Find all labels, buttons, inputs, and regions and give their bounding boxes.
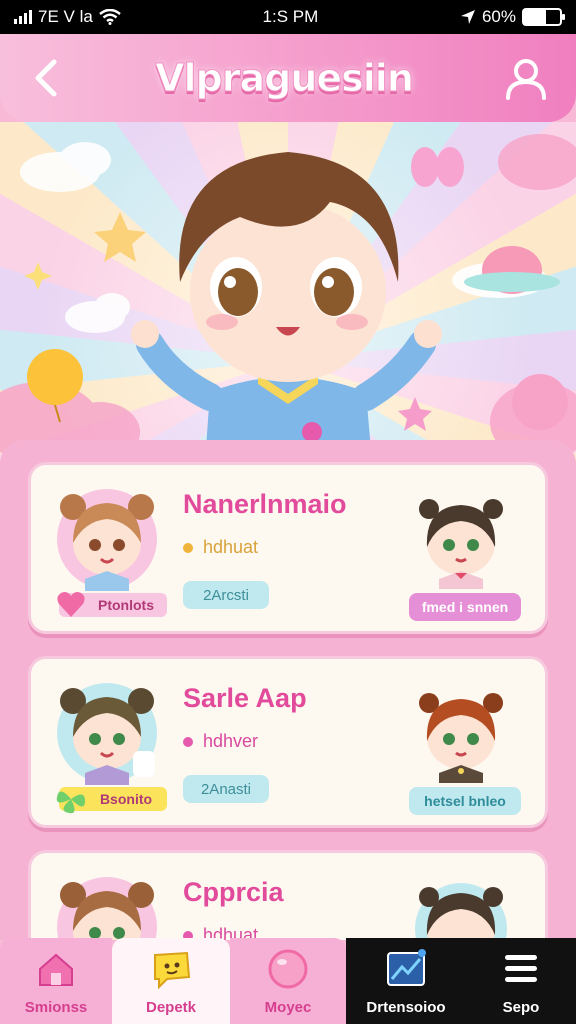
status-left: 7E V la	[14, 7, 121, 27]
status-bar: 7E V la 1:S PM 60%	[0, 0, 576, 34]
nav-tab-home[interactable]: Smionss	[0, 938, 112, 1024]
heart-icon	[57, 592, 85, 617]
nav-label: Smionss	[24, 998, 88, 1016]
location-arrow-icon	[460, 10, 475, 24]
card-title: Nanerlnmaio	[183, 489, 347, 519]
character-card-list[interactable]: Ptonlots Nanerlnmaio hdhuat 2Arcsti fmed…	[0, 440, 576, 940]
character-avatar	[419, 693, 503, 783]
status-label: hdhuat	[203, 537, 259, 557]
nav-tab-menu[interactable]: Sepo	[466, 938, 576, 1024]
category-badge: Bsonito	[56, 787, 167, 814]
status-dot	[183, 736, 193, 747]
status-right: 60%	[460, 7, 565, 27]
heart-icon	[268, 949, 308, 988]
bear-boy-avatar	[57, 683, 157, 785]
chat-icon	[154, 951, 191, 989]
battery-percent: 60%	[481, 7, 516, 26]
character-card[interactable]: Ptonlots Nanerlnmaio hdhuat 2Arcsti fmed…	[28, 462, 548, 634]
chart-icon	[387, 948, 426, 986]
status-label: hdhver	[203, 731, 259, 751]
count-pill: 2Anasti	[183, 775, 269, 803]
signal-icon	[14, 10, 32, 24]
bear-girl-avatar	[57, 489, 157, 591]
user-icon	[506, 59, 546, 100]
nav-tab-stats[interactable]: Drtensoioo	[346, 938, 466, 1024]
nav-label: Moyec	[264, 998, 312, 1016]
card-action-button[interactable]: fmed i snnen	[409, 593, 521, 621]
back-button[interactable]	[26, 58, 66, 98]
character-avatar	[415, 883, 507, 940]
status-dot	[183, 542, 193, 553]
card-title: Sarle Aap	[183, 683, 307, 713]
badge-label: Ptonlots	[98, 597, 154, 613]
nav-label: Sepo	[502, 998, 540, 1016]
clover-icon	[56, 791, 85, 814]
bear-girl-avatar	[57, 877, 157, 940]
card-status: hdhuat	[183, 537, 258, 558]
hero-banner	[0, 122, 576, 462]
count-pill: 2Arcsti	[183, 581, 269, 609]
app-header: Vlpraguesiin	[0, 34, 576, 122]
profile-button[interactable]	[502, 54, 550, 102]
badge-label: Bsonito	[99, 791, 153, 807]
app-title: Vlpraguesiin	[155, 56, 415, 101]
battery-fill	[524, 10, 546, 24]
character-avatar	[419, 499, 503, 589]
character-card[interactable]: Cpprcia hdhuat	[28, 850, 548, 940]
character-card[interactable]: Bsonito Sarle Aap hdhver 2Anasti hetsel …	[28, 656, 548, 828]
wifi-icon	[99, 9, 121, 25]
nav-tab-favorites[interactable]: Moyec	[230, 938, 346, 1024]
card-title: Cpprcia	[183, 877, 284, 907]
nav-label: Depetk	[145, 998, 197, 1016]
card-status: hdhver	[183, 731, 258, 752]
chevron-left-icon	[35, 59, 57, 97]
hero-illustration	[0, 134, 576, 462]
carrier-label: 7E V la	[38, 7, 93, 26]
category-badge: Ptonlots	[57, 592, 167, 617]
status-time: 1:S PM	[262, 7, 319, 26]
card-action-button[interactable]: hetsel bnleo	[409, 787, 521, 815]
nav-tab-chat[interactable]: Depetk	[112, 938, 230, 1024]
bottom-navigation: Smionss Depetk Moyec Drtensoioo Sepo	[0, 938, 576, 1024]
menu-icon	[505, 954, 537, 982]
battery-icon	[522, 8, 565, 26]
nav-label: Drtensoioo	[366, 998, 446, 1016]
home-icon	[39, 953, 73, 986]
